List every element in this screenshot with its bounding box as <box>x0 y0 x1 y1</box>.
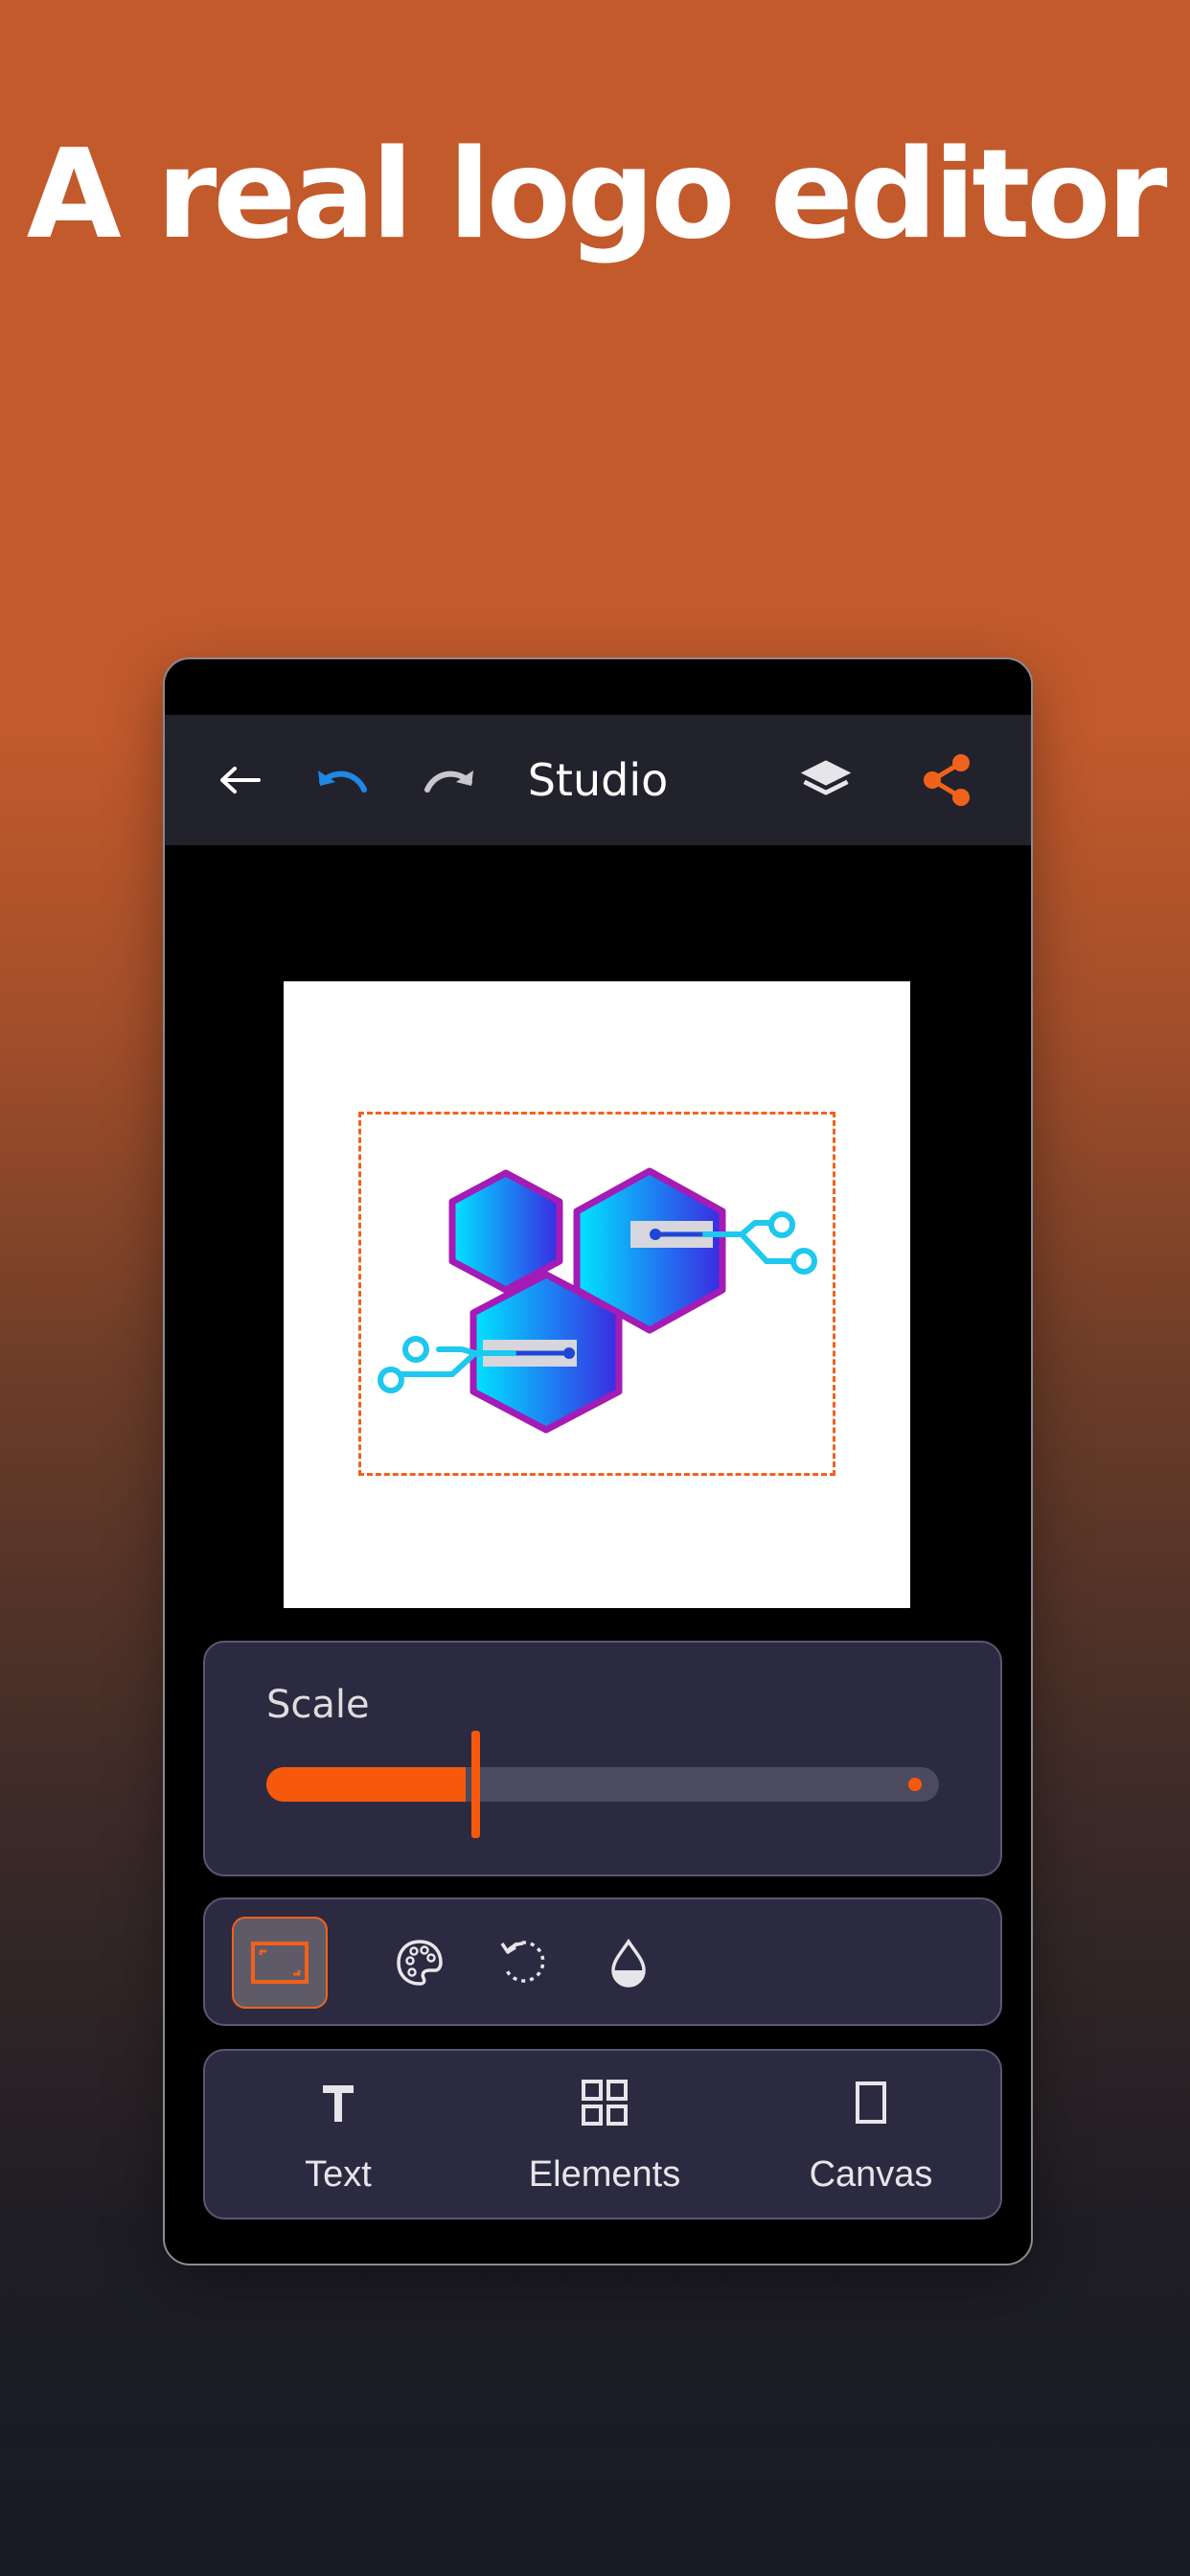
canvas-rect-icon <box>856 2082 886 2124</box>
bottom-nav: Text Elements Canvas <box>203 2049 1002 2220</box>
opacity-tool-button[interactable] <box>581 1917 676 2009</box>
redo-icon[interactable] <box>420 751 477 809</box>
page-title: Studio <box>527 754 669 806</box>
opacity-icon <box>611 1938 646 1988</box>
nav-item-canvas[interactable]: Canvas <box>738 2051 1004 2221</box>
scale-slider-end-dot <box>908 1778 922 1791</box>
text-icon <box>323 2085 354 2122</box>
scale-slider-fill <box>266 1767 466 1802</box>
resize-icon <box>251 1942 309 1984</box>
nav-item-elements[interactable]: Elements <box>471 2051 738 2221</box>
phone-frame: Studio Scale Text Elements Canvas <box>163 657 1033 2266</box>
selection-box[interactable] <box>358 1112 835 1476</box>
resize-tool-button[interactable] <box>232 1917 328 2009</box>
scale-panel: Scale <box>203 1641 1002 1876</box>
layers-icon[interactable] <box>797 751 855 809</box>
scale-slider-thumb[interactable] <box>471 1731 480 1838</box>
top-toolbar: Studio <box>165 715 1031 845</box>
headline: A real logo editor <box>26 124 1168 266</box>
nav-label-canvas: Canvas <box>809 2154 933 2195</box>
rotate-tool-button[interactable] <box>475 1917 571 2009</box>
tools-panel <box>203 1898 1002 2026</box>
palette-icon <box>397 1940 443 1986</box>
nav-label-text: Text <box>305 2154 372 2195</box>
rotate-icon <box>500 1941 545 1983</box>
share-icon[interactable] <box>918 751 975 809</box>
palette-tool-button[interactable] <box>372 1917 468 2009</box>
scale-label: Scale <box>266 1683 370 1727</box>
undo-icon[interactable] <box>314 751 372 809</box>
elements-grid-icon <box>582 2080 628 2126</box>
design-canvas[interactable] <box>284 981 910 1608</box>
scale-slider[interactable] <box>266 1731 939 1838</box>
nav-item-text[interactable]: Text <box>205 2051 471 2221</box>
back-arrow-icon[interactable] <box>211 751 268 809</box>
nav-label-elements: Elements <box>528 2154 681 2195</box>
